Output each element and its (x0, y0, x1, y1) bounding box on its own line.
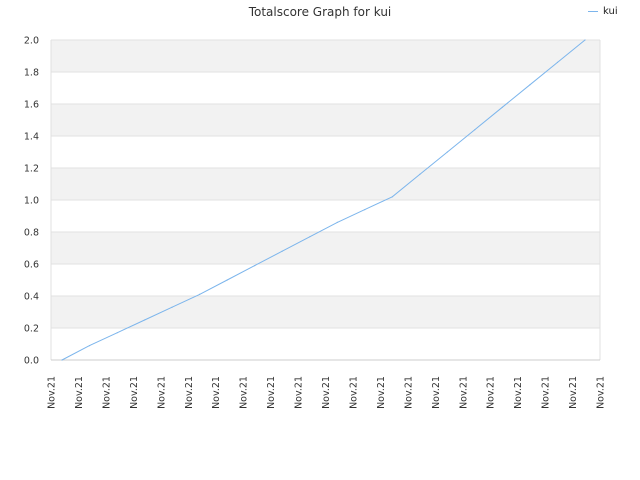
y-tick-label: 1.2 (24, 164, 39, 175)
grid-band (51, 104, 600, 136)
x-tick-label: Nov.21 (184, 376, 195, 409)
data-point (501, 106, 503, 108)
grid-band (51, 296, 600, 328)
data-point (556, 61, 559, 64)
data-point (144, 319, 146, 321)
x-tick-label: Nov.21 (376, 376, 387, 409)
y-tick-label: 1.8 (24, 68, 39, 79)
data-point (391, 196, 393, 198)
x-tick-label: Nov.21 (74, 376, 85, 409)
x-tick-label: Nov.21 (266, 376, 277, 409)
y-tick-label: 0.8 (24, 228, 39, 239)
data-point (281, 250, 283, 252)
data-point (529, 84, 531, 86)
grid-band (51, 232, 600, 264)
data-point (254, 265, 256, 267)
data-point (226, 279, 228, 281)
x-tick-label: Nov.21 (513, 376, 524, 409)
y-tick-label: 0.4 (24, 292, 39, 303)
chart-plot: 0.0 0.2 0.4 0.6 0.8 1.0 1.2 1.4 1.6 1.8 2.0 Nov.21… (24, 36, 607, 409)
data-point (336, 221, 338, 223)
grid-band (51, 168, 600, 200)
y-tick-label: 1.6 (24, 100, 39, 111)
data-point (419, 173, 421, 175)
y-tick-label: 0.0 (24, 356, 39, 367)
y-tick-label: 0.6 (24, 260, 39, 271)
x-tick-label: Nov.21 (568, 376, 579, 409)
x-tick-label: Nov.21 (321, 376, 332, 409)
data-point (309, 236, 311, 238)
y-tick-label: 2.0 (24, 36, 39, 47)
y-tick-label: 1.4 (24, 132, 39, 143)
x-tick-label: Nov.21 (596, 376, 607, 409)
data-point (474, 129, 476, 131)
data-point (364, 209, 366, 211)
data-point (116, 332, 118, 334)
x-tick-label: Nov.21 (541, 376, 552, 409)
x-tick-label: Nov.21 (431, 376, 442, 409)
x-tick-label: Nov.21 (403, 376, 414, 409)
x-tick-label: Nov.21 (211, 376, 222, 409)
x-tick-label: Nov.21 (294, 376, 305, 409)
x-tick-label: Nov.21 (348, 376, 359, 409)
x-tick-label: Nov.21 (101, 376, 112, 409)
x-tick-label: Nov.21 (129, 376, 140, 409)
x-tick-label: Nov.21 (458, 376, 469, 409)
y-axis-ticks: 0.0 0.2 0.4 0.6 0.8 1.0 1.2 1.4 1.6 1.8 2.0 (24, 36, 39, 367)
x-tick-label: Nov.21 (156, 376, 167, 409)
data-point (584, 39, 586, 41)
x-tick-label: Nov.21 (47, 376, 58, 409)
data-point (61, 359, 63, 361)
x-tick-label: Nov.21 (486, 376, 497, 409)
grid-band (51, 40, 600, 72)
y-tick-label: 0.2 (24, 324, 39, 335)
data-point (446, 151, 448, 153)
y-tick-label: 1.0 (24, 196, 39, 207)
data-point (88, 345, 91, 347)
data-point (199, 293, 201, 295)
x-tick-label: Nov.21 (239, 376, 250, 409)
x-axis-ticks: Nov.21 Nov.21 Nov.21 Nov.21 Nov.21 Nov.21 Nov.… (47, 376, 607, 409)
data-point (171, 306, 173, 308)
